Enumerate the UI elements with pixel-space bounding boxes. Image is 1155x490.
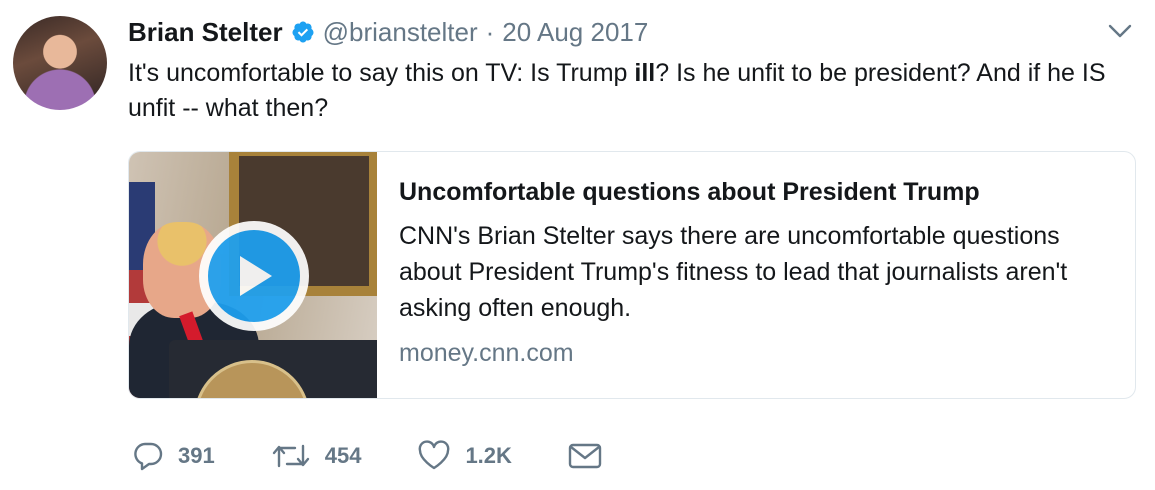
author-handle[interactable]: @brianstelter xyxy=(323,14,478,50)
video-thumbnail[interactable] xyxy=(129,152,377,398)
separator-dot: · xyxy=(485,17,495,47)
reply-count: 391 xyxy=(178,443,215,468)
chevron-down-icon[interactable] xyxy=(1107,22,1133,40)
reply-icon xyxy=(134,442,163,471)
retweet-button[interactable]: 454 xyxy=(271,440,362,472)
retweet-count: 454 xyxy=(324,443,362,468)
like-count: 1.2K xyxy=(465,443,512,468)
tweet-text-bold: ill xyxy=(634,59,656,87)
card-body: Uncomfortable questions about President … xyxy=(377,152,1135,398)
tweet-header: Brian Stelter @brianstelter · 20 Aug 201… xyxy=(128,14,648,50)
tweet-date[interactable]: 20 Aug 2017 xyxy=(502,14,648,50)
card-domain: money.cnn.com xyxy=(399,339,574,367)
tweet-text-part: It's uncomfortable to say this on TV: Is… xyxy=(128,59,635,87)
verified-badge-icon xyxy=(292,21,314,43)
direct-message-button[interactable] xyxy=(568,442,602,470)
tweet-text: It's uncomfortable to say this on TV: Is… xyxy=(128,56,1128,126)
link-card[interactable]: Uncomfortable questions about President … xyxy=(128,151,1136,399)
retweet-icon xyxy=(272,444,309,468)
play-icon xyxy=(240,256,272,296)
card-title: Uncomfortable questions about President … xyxy=(399,178,980,206)
like-button[interactable]: 1.2K xyxy=(417,440,512,472)
reply-button[interactable]: 391 xyxy=(132,440,215,472)
like-icon xyxy=(419,440,450,470)
author-name[interactable]: Brian Stelter xyxy=(128,14,283,50)
avatar[interactable] xyxy=(13,16,107,110)
tweet-actions: 391 454 1.2K xyxy=(132,440,658,472)
card-description: CNN's Brian Stelter says there are uncom… xyxy=(399,222,1068,322)
direct-message-icon xyxy=(568,443,602,469)
play-button[interactable] xyxy=(199,221,309,331)
